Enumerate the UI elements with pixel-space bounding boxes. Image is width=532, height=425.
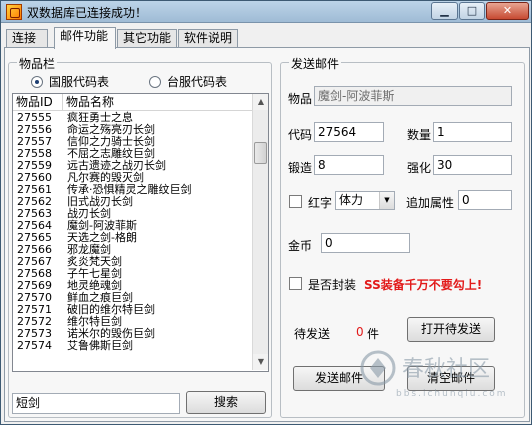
gold-label: 金币 [288,239,313,253]
seal-label: 是否封装 [308,278,357,292]
pending-label: 待发送 [294,327,331,341]
tab-about[interactable]: 软件说明 [178,29,238,48]
item-list[interactable]: 物品ID 物品名称 27555 疯狂勇士之息 27556 命运之殇亮刃长剑 27557 信… [12,93,269,372]
pending-unit: 件 [367,327,380,341]
item-id-cell: 27574 [17,339,52,352]
scroll-thumb[interactable] [254,142,267,164]
forge-field[interactable]: 8 [314,155,384,175]
red-text-select-value: 体力 [339,193,364,207]
item-list-header: 物品ID 物品名称 [13,94,253,111]
red-text-select[interactable]: 体力 ▼ [335,191,395,210]
item-list-scrollbar[interactable]: ▲ ▼ [252,94,268,370]
close-button[interactable]: ✕ [486,2,529,20]
chevron-down-icon[interactable]: ▼ [379,192,394,209]
extra-attr-field[interactable]: 0 [458,190,512,210]
radio-tw-label: 台服代码表 [167,75,228,89]
radio-selected-icon [31,75,43,88]
main-window: 双数据库已连接成功！ ▁ □ ✕ 连接 邮件功能 其它功能 软件说明 物品栏 国… [0,0,532,425]
item-name-cell: 艾鲁佛斯巨剑 [67,339,133,352]
items-group-title: 物品栏 [17,55,58,72]
item-name-field[interactable]: 魔剑-阿波菲斯 [314,86,512,106]
watermark-url: bbs.ichunqiu.com [396,389,506,399]
red-text-label: 红字 [308,196,333,210]
scroll-down-icon[interactable]: ▼ [253,354,268,370]
scroll-up-icon[interactable]: ▲ [253,94,268,110]
seal-warning: SS装备千万不要勾上! [364,278,483,292]
radio-cn-server[interactable]: 国服代码表 [31,73,109,90]
extra-attr-label: 追加属性 [406,196,455,210]
quantity-label: 数量 [407,128,432,142]
gold-field[interactable]: 0 [321,233,410,253]
radio-cn-label: 国服代码表 [49,75,110,89]
search-input[interactable]: 短剑 [12,393,180,414]
tab-mail[interactable]: 邮件功能 [54,27,116,49]
title-bar: 双数据库已连接成功！ ▁ □ ✕ [1,1,531,23]
tab-other[interactable]: 其它功能 [117,29,177,48]
forge-label: 锻造 [288,161,313,175]
item-list-rows: 27555 疯狂勇士之息 27556 命运之殇亮刃长剑 27557 信仰之力骑士长剑 275… [13,112,253,352]
column-header-name[interactable]: 物品名称 [63,94,253,111]
app-icon [6,4,22,20]
search-button[interactable]: 搜索 [186,391,266,414]
enhance-field[interactable]: 30 [433,155,512,175]
open-pending-button[interactable]: 打开待发送 [407,317,495,342]
watermark-text: 春秋社区 [402,357,490,382]
column-header-id[interactable]: 物品ID [13,94,63,111]
minimize-button[interactable]: ▁ [431,2,458,20]
window-title: 双数据库已连接成功！ [27,6,148,20]
radio-unselected-icon [149,75,161,88]
send-mail-group-title: 发送邮件 [289,55,342,72]
code-label: 代码 [288,128,313,142]
enhance-label: 强化 [407,161,432,175]
radio-tw-server[interactable]: 台服代码表 [149,73,227,90]
pending-count: 0 [356,325,364,339]
item-label: 物品 [288,92,313,106]
watermark-logo: 春秋社区 bbs.ichunqiu.com [360,350,506,399]
quantity-field[interactable]: 1 [433,122,512,142]
tab-connect[interactable]: 连接 [6,29,48,48]
seal-checkbox[interactable] [289,277,302,290]
maximize-button[interactable]: □ [459,2,485,20]
code-field[interactable]: 27564 [314,122,384,142]
table-row[interactable]: 27574 艾鲁佛斯巨剑 [13,340,253,352]
red-text-checkbox[interactable] [289,195,302,208]
